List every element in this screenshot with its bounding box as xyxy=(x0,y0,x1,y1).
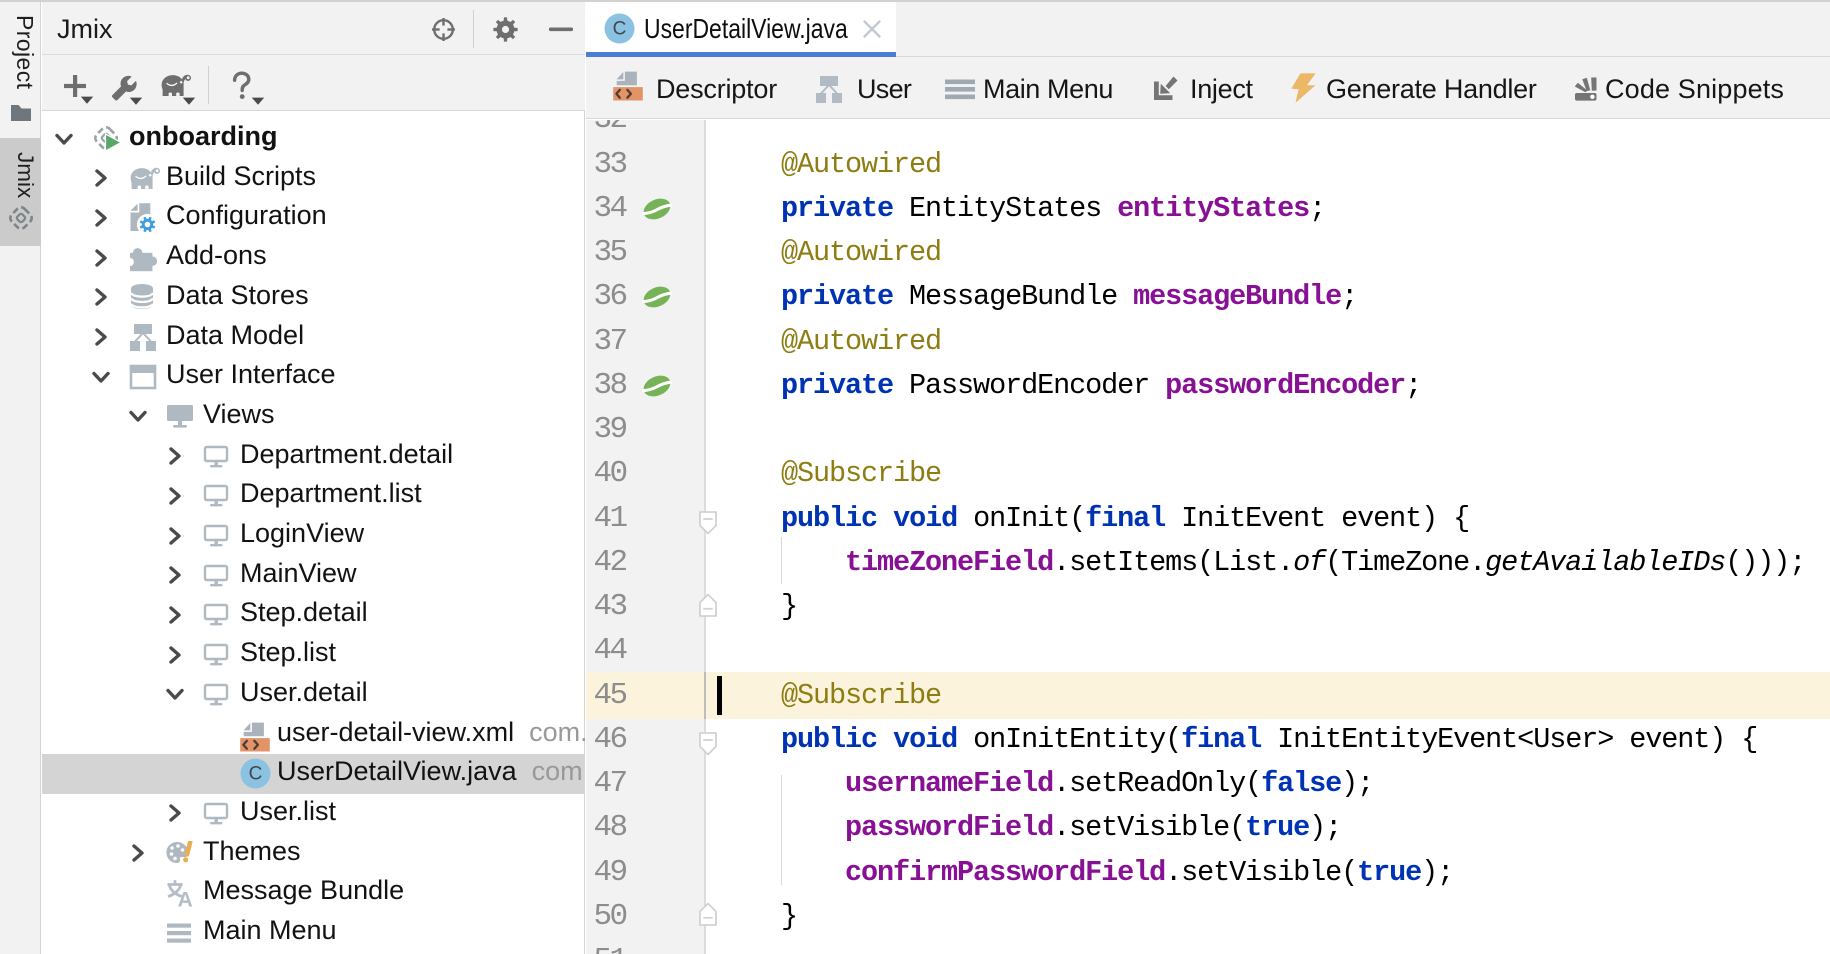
svg-text:C: C xyxy=(249,764,263,785)
svg-text:C: C xyxy=(613,19,627,40)
svg-text:A: A xyxy=(178,888,193,907)
